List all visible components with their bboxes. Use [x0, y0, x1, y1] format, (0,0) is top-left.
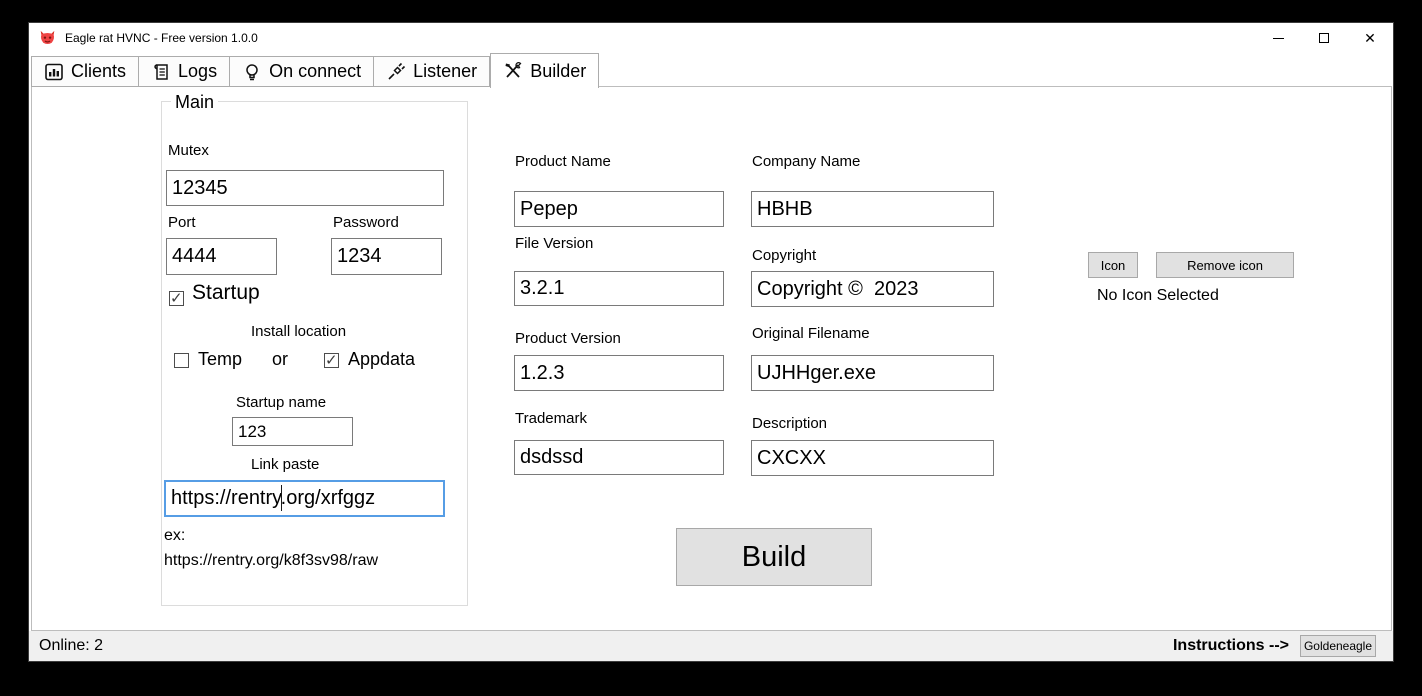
or-label: or [272, 349, 288, 370]
bar-chart-icon [44, 62, 64, 82]
tab-label: Builder [530, 61, 586, 82]
password-input[interactable] [331, 238, 442, 275]
trademark-input[interactable] [514, 440, 724, 475]
mutex-input[interactable] [166, 170, 444, 206]
tab-on-connect[interactable]: On connect [230, 56, 374, 87]
minimize-icon [1273, 38, 1284, 39]
remove-icon-button[interactable]: Remove icon [1156, 252, 1294, 278]
instructions-label: Instructions --> [1173, 637, 1289, 655]
tab-listener[interactable]: Listener [374, 56, 490, 87]
tab-bar: Clients Logs On connect [31, 53, 599, 87]
startup-name-input[interactable] [232, 417, 353, 446]
startup-checkbox[interactable] [169, 291, 184, 306]
icon-status-text: No Icon Selected [1097, 287, 1219, 305]
trademark-label: Trademark [515, 410, 587, 427]
tab-logs[interactable]: Logs [139, 56, 230, 87]
title-bar: Eagle rat HVNC - Free version 1.0.0 ✕ [29, 23, 1393, 53]
example-url: https://rentry.org/k8f3sv98/raw [164, 552, 378, 570]
port-input[interactable] [166, 238, 277, 275]
startup-checkbox-label[interactable]: Startup [192, 281, 260, 305]
product-version-label: Product Version [515, 330, 621, 347]
file-version-label: File Version [515, 235, 593, 252]
icon-button[interactable]: Icon [1088, 252, 1138, 278]
online-count: Online: 2 [39, 637, 103, 655]
description-label: Description [752, 415, 827, 432]
tools-icon [503, 61, 523, 81]
text-caret [281, 485, 282, 511]
tab-clients[interactable]: Clients [31, 56, 139, 87]
link-paste-label: Link paste [251, 456, 319, 473]
port-label: Port [168, 214, 196, 231]
tab-label: On connect [269, 61, 361, 82]
status-bar: Online: 2 Instructions --> Goldeneagle [29, 631, 1393, 661]
product-name-input[interactable] [514, 191, 724, 227]
copyright-input[interactable] [751, 271, 994, 307]
devil-icon [39, 30, 56, 47]
link-paste-input[interactable] [164, 480, 445, 517]
mutex-label: Mutex [168, 142, 209, 159]
lightbulb-icon [242, 62, 262, 82]
example-prefix: ex: [164, 527, 185, 545]
appdata-checkbox[interactable] [324, 353, 339, 368]
temp-checkbox[interactable] [174, 353, 189, 368]
install-location-label: Install location [251, 323, 346, 340]
original-filename-label: Original Filename [752, 325, 870, 342]
file-version-input[interactable] [514, 271, 724, 306]
maximize-icon [1319, 33, 1329, 43]
product-version-input[interactable] [514, 355, 724, 391]
company-name-input[interactable] [751, 191, 994, 227]
close-icon: ✕ [1364, 31, 1376, 45]
description-input[interactable] [751, 440, 994, 476]
startup-name-label: Startup name [236, 394, 326, 411]
tab-label: Clients [71, 61, 126, 82]
maximize-button[interactable] [1301, 23, 1347, 53]
logs-icon [151, 62, 171, 82]
appdata-checkbox-label[interactable]: Appdata [348, 349, 415, 370]
tab-builder[interactable]: Builder [490, 53, 599, 88]
plug-icon [386, 62, 406, 82]
tab-label: Listener [413, 61, 477, 82]
tab-label: Logs [178, 61, 217, 82]
main-groupbox-title: Main [171, 92, 218, 113]
close-button[interactable]: ✕ [1347, 23, 1393, 53]
password-label: Password [333, 214, 399, 231]
build-button[interactable]: Build [676, 528, 872, 586]
original-filename-input[interactable] [751, 355, 994, 391]
goldeneagle-button[interactable]: Goldeneagle [1300, 635, 1376, 657]
minimize-button[interactable] [1255, 23, 1301, 53]
copyright-label: Copyright [752, 247, 816, 264]
window-title: Eagle rat HVNC - Free version 1.0.0 [65, 31, 258, 45]
product-name-label: Product Name [515, 153, 611, 170]
app-window: Eagle rat HVNC - Free version 1.0.0 ✕ Cl… [28, 22, 1394, 662]
temp-checkbox-label[interactable]: Temp [198, 349, 242, 370]
company-name-label: Company Name [752, 153, 860, 170]
